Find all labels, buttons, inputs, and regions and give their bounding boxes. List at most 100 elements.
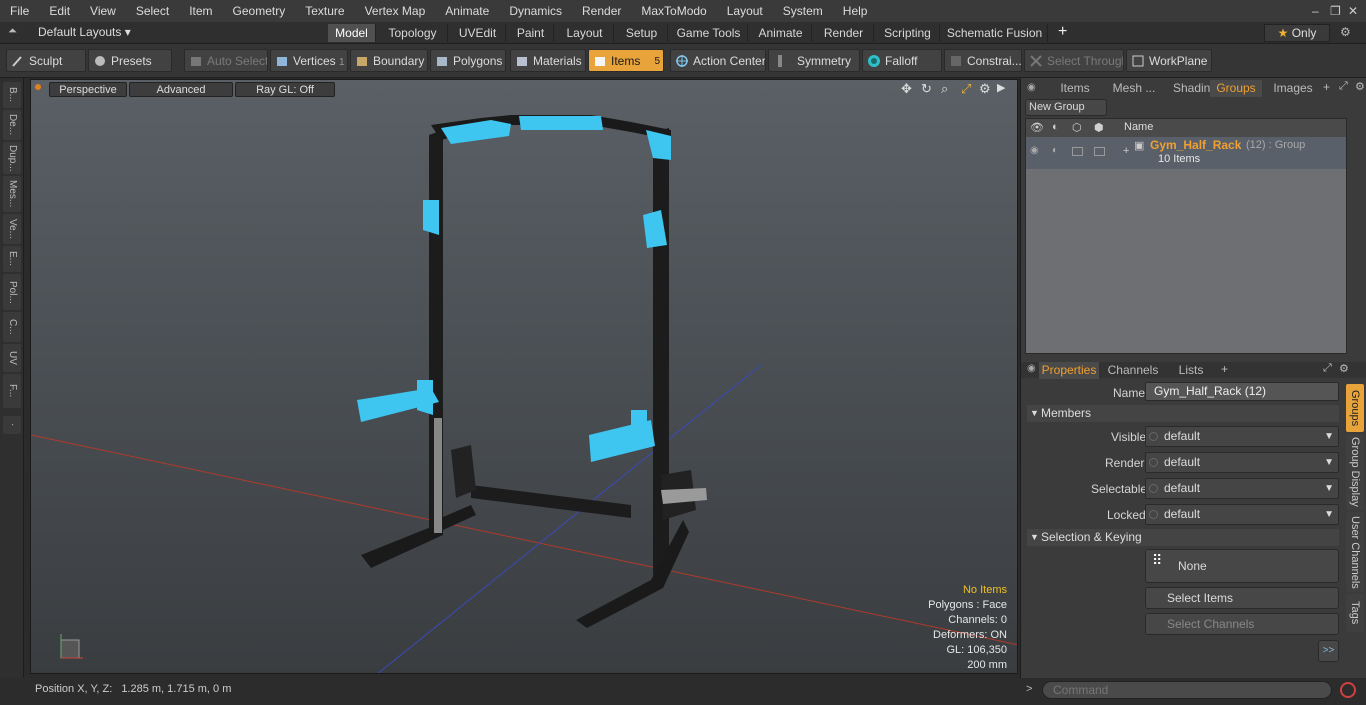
side-tab-groups[interactable]: Groups xyxy=(1346,384,1364,432)
add-props-tab-icon[interactable]: + xyxy=(1221,362,1228,376)
menu-system[interactable]: System xyxy=(773,0,833,22)
selection-keying-section[interactable]: ▼ Selection & Keying xyxy=(1027,529,1339,546)
members-section[interactable]: ▼ Members xyxy=(1027,405,1339,422)
row-select-icon[interactable] xyxy=(1072,147,1083,156)
menu-render[interactable]: Render xyxy=(572,0,631,22)
tab-schematic-fusion[interactable]: Schematic Fusion xyxy=(942,24,1048,42)
add-tab-icon[interactable]: + xyxy=(1058,23,1067,41)
left-tab-toggle[interactable]: · xyxy=(3,416,21,434)
panel-gear-icon[interactable]: ⚙ xyxy=(1355,80,1365,93)
tab-images[interactable]: Images xyxy=(1269,80,1317,97)
props-expand-icon[interactable]: ⤢ xyxy=(1323,362,1332,375)
layout-selector[interactable]: Default Layouts ▾ xyxy=(38,25,131,39)
row-eye-icon[interactable]: ◉ xyxy=(1030,145,1039,156)
menu-edit[interactable]: Edit xyxy=(39,0,80,22)
selectable-dropdown[interactable]: default ▼ xyxy=(1145,478,1339,499)
settings-gear-icon[interactable]: ⚙ xyxy=(1340,25,1351,39)
row-render-icon[interactable]: ◐ xyxy=(1052,145,1058,156)
boundary-button[interactable]: Boundary xyxy=(350,49,428,72)
expand-icon[interactable]: + xyxy=(1123,145,1129,157)
tab-properties[interactable]: Properties xyxy=(1039,362,1099,379)
menu-view[interactable]: View xyxy=(80,0,126,22)
left-tab-uv[interactable]: UV xyxy=(3,344,21,372)
side-tab-user-channels[interactable]: User Channels xyxy=(1346,512,1364,592)
tab-items[interactable]: Items xyxy=(1047,80,1103,97)
left-tab-fusion[interactable]: F... xyxy=(3,374,21,408)
menu-vertex-map[interactable]: Vertex Map xyxy=(355,0,436,22)
left-tab-edge[interactable]: E... xyxy=(3,246,21,272)
record-icon[interactable] xyxy=(1340,682,1356,698)
side-tab-tags[interactable]: Tags xyxy=(1346,594,1364,632)
presets-button[interactable]: Presets xyxy=(88,49,172,72)
tab-setup[interactable]: Setup xyxy=(616,24,668,42)
add-panel-tab-icon[interactable]: + xyxy=(1323,80,1330,94)
command-input[interactable] xyxy=(1042,681,1332,699)
tab-paint[interactable]: Paint xyxy=(508,24,554,42)
3d-viewport[interactable]: Perspective Advanced Ray GL: Off ✥ ↻ ⌕ ⤢… xyxy=(30,79,1018,674)
tab-mesh[interactable]: Mesh ... xyxy=(1105,80,1163,97)
menu-help[interactable]: Help xyxy=(833,0,878,22)
tab-topology[interactable]: Topology xyxy=(378,24,448,42)
tab-model[interactable]: Model xyxy=(328,24,376,42)
symmetry-button[interactable]: Symmetry xyxy=(768,49,860,72)
workplane-button[interactable]: WorkPlane xyxy=(1126,49,1212,72)
menu-maxtomodo[interactable]: MaxToModo xyxy=(631,0,716,22)
keying-none-button[interactable]: ⠿ None xyxy=(1145,549,1339,583)
tab-scripting[interactable]: Scripting xyxy=(876,24,940,42)
left-tab-duplicate[interactable]: Dup... xyxy=(3,142,21,174)
menu-animate[interactable]: Animate xyxy=(435,0,499,22)
expand-panel-icon[interactable]: ⤢ xyxy=(1339,80,1348,93)
falloff-button[interactable]: Falloff xyxy=(862,49,942,72)
tab-uvedit[interactable]: UVEdit xyxy=(450,24,506,42)
maximize-icon[interactable]: ❐ xyxy=(1330,0,1341,22)
visibility-eye-icon[interactable]: 👁 xyxy=(1030,121,1044,134)
menu-select[interactable]: Select xyxy=(126,0,179,22)
props-gear-icon[interactable]: ⚙ xyxy=(1339,362,1349,375)
left-tab-basic[interactable]: B... xyxy=(3,82,21,108)
constraints-button[interactable]: Constrai... xyxy=(944,49,1022,72)
tab-lists[interactable]: Lists xyxy=(1165,362,1217,379)
group-row[interactable]: ◉ ◐ + ▣ Gym_Half_Rack (12) : Group 10 It… xyxy=(1026,137,1346,169)
left-tab-polygon[interactable]: Pol... xyxy=(3,274,21,310)
tab-groups[interactable]: Groups xyxy=(1210,80,1262,97)
layout-collapse-icon[interactable]: ⏶ xyxy=(8,25,17,38)
render-dropdown[interactable]: default ▼ xyxy=(1145,452,1339,473)
new-group-button[interactable]: New Group xyxy=(1025,99,1107,116)
tab-animate[interactable]: Animate xyxy=(750,24,812,42)
menu-geometry[interactable]: Geometry xyxy=(223,0,296,22)
only-button[interactable]: ★ Only xyxy=(1264,24,1330,42)
menu-texture[interactable]: Texture xyxy=(295,0,354,22)
left-tab-curve[interactable]: C... xyxy=(3,312,21,342)
auto-select-button[interactable]: Auto Select xyxy=(184,49,268,72)
polygons-button[interactable]: Polygons xyxy=(430,49,506,72)
side-tab-group-display[interactable]: Group Display xyxy=(1346,434,1364,510)
panel-options-icon[interactable]: ◉ xyxy=(1027,82,1036,93)
left-tab-mesh-edit[interactable]: Mes... xyxy=(3,176,21,212)
select-items-button[interactable]: Select Items xyxy=(1145,587,1339,609)
menu-item[interactable]: Item xyxy=(179,0,222,22)
select-channels-button[interactable]: Select Channels xyxy=(1145,613,1339,635)
tab-channels[interactable]: Channels xyxy=(1105,362,1161,379)
row-lock-icon[interactable] xyxy=(1094,147,1105,156)
items-button[interactable]: Items 5 xyxy=(588,49,664,72)
render-icon[interactable]: ◐ xyxy=(1052,121,1059,133)
tab-render[interactable]: Render xyxy=(814,24,874,42)
menu-file[interactable]: File xyxy=(0,0,39,22)
close-icon[interactable]: ✕ xyxy=(1348,0,1358,22)
select-through-button[interactable]: Select Through xyxy=(1024,49,1124,72)
lock-icon[interactable]: ⬢ xyxy=(1094,121,1104,134)
menu-dynamics[interactable]: Dynamics xyxy=(499,0,572,22)
vertices-button[interactable]: Vertices 1 xyxy=(270,49,348,72)
tab-layout[interactable]: Layout xyxy=(556,24,614,42)
visible-dropdown[interactable]: default ▼ xyxy=(1145,426,1339,447)
left-tab-vertex[interactable]: Ve... xyxy=(3,214,21,244)
locked-dropdown[interactable]: default ▼ xyxy=(1145,504,1339,525)
menu-layout[interactable]: Layout xyxy=(717,0,773,22)
sculpt-button[interactable]: Sculpt xyxy=(6,49,86,72)
materials-button[interactable]: Materials xyxy=(510,49,586,72)
more-button[interactable]: >> xyxy=(1318,640,1339,662)
left-tab-deform[interactable]: De... xyxy=(3,110,21,140)
action-center-button[interactable]: Action Center xyxy=(670,49,766,72)
tab-game-tools[interactable]: Game Tools xyxy=(670,24,748,42)
name-field[interactable]: Gym_Half_Rack (12) xyxy=(1145,382,1339,401)
